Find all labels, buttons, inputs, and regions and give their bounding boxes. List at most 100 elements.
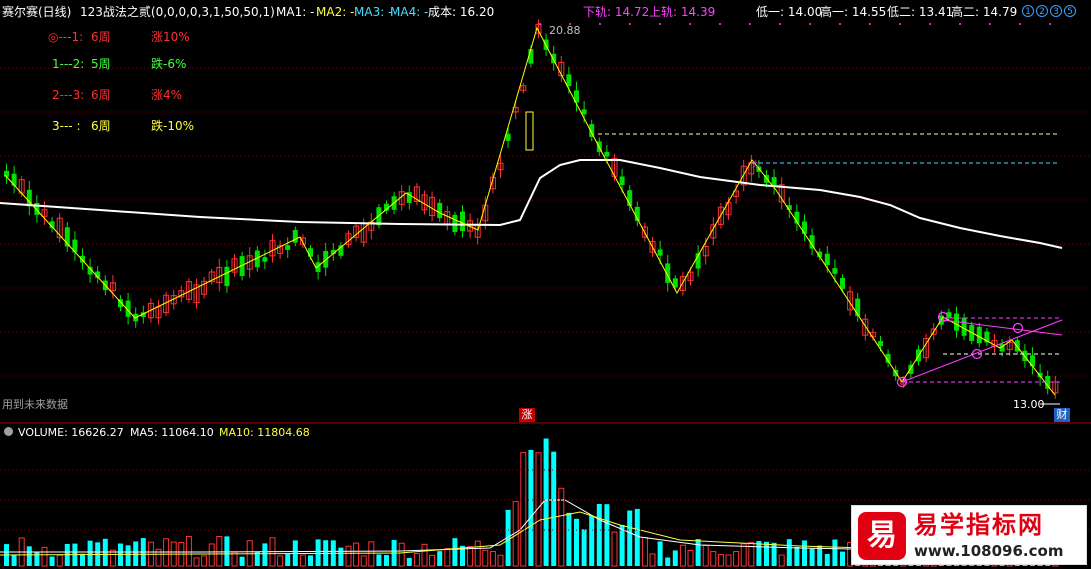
ma3-value: MA3: - <box>354 5 393 19</box>
volume-bar-down <box>87 540 93 566</box>
candle-down <box>840 277 845 289</box>
circle-button-5[interactable]: 5 <box>1064 5 1076 17</box>
volume-bar-down <box>794 546 800 566</box>
volume-bar-down <box>840 551 845 566</box>
cost-value: 成本: 16.20 <box>428 5 495 19</box>
volume-bar-down <box>406 557 412 566</box>
peak-price-label: 20.88 <box>549 24 581 37</box>
candle-down <box>581 109 587 115</box>
top-dot <box>749 23 751 25</box>
volume-bar-up <box>360 555 367 567</box>
volume-bar-up <box>482 549 489 567</box>
swing-circle <box>1012 322 1024 334</box>
indicator-name[interactable]: 123战法之贰(0,0,0,0,3,1,50,50,1) <box>80 5 275 19</box>
volume-bar-down <box>376 554 382 566</box>
volume-bar-down <box>384 555 389 566</box>
volume-bar-down <box>323 540 329 566</box>
top-dot <box>929 23 931 25</box>
top-dot <box>899 23 901 25</box>
candle-down <box>262 257 268 262</box>
circle-button-3[interactable]: 3 <box>1050 5 1062 17</box>
volume-bar-up <box>277 555 284 567</box>
top-dot <box>779 23 781 25</box>
volume-bar-up <box>679 544 686 567</box>
volume-bar-up <box>558 487 565 567</box>
volume-bar-down <box>140 538 146 566</box>
volume-bar-down <box>285 553 291 566</box>
volume-bar-down <box>627 510 633 566</box>
candle-down <box>308 248 313 257</box>
candle-down <box>566 74 572 87</box>
volume-bar-down <box>596 503 602 566</box>
candle-down <box>976 326 982 344</box>
candle-down <box>832 268 838 274</box>
legend-row-4: 3--- : 6周 跌-10% <box>52 119 194 133</box>
stock-name[interactable]: 赛尔赛(日线) <box>2 5 71 19</box>
volume-bar-down <box>505 509 511 566</box>
volume-bar-down <box>665 557 671 566</box>
top-dot <box>689 23 691 25</box>
top-dot <box>959 23 961 25</box>
volume-bar-up <box>421 543 428 567</box>
volume-bar-down <box>391 540 397 566</box>
volume-bar-up <box>353 542 360 567</box>
circle-button-1[interactable]: 1 <box>1022 5 1034 17</box>
candle-down <box>292 230 298 243</box>
volume-bar-down <box>72 543 78 566</box>
volume-bar-down <box>239 556 245 566</box>
volume-bar-down <box>292 540 298 566</box>
top-dot <box>839 23 841 25</box>
candle-down <box>460 211 465 232</box>
volume-bar-up <box>368 541 375 567</box>
volume-bar-up <box>185 535 192 567</box>
volume-bar-down <box>817 545 823 566</box>
legend-period: 5周 <box>91 57 111 71</box>
volume-bar-down <box>224 536 230 566</box>
volume-bar-up <box>41 546 48 567</box>
candle-down <box>657 249 663 256</box>
volume-bar-up <box>474 540 481 567</box>
volume-bar-down <box>756 541 762 566</box>
legend-row-3: 2---3: 6周 涨4% <box>52 88 182 102</box>
collapse-icon[interactable] <box>4 427 13 436</box>
legend-row-1: ◎---1: 6周 涨10% <box>48 30 190 44</box>
high1-value: 高一: 14.55 <box>820 5 887 19</box>
rise-marker[interactable]: 涨 <box>519 408 535 422</box>
top-dot <box>539 23 541 25</box>
chart-header: 赛尔赛(日线) 123战法之贰(0,0,0,0,3,1,50,50,1) MA1… <box>0 0 1091 22</box>
volume-bar-up <box>429 554 436 567</box>
volume-bar-down <box>528 449 534 566</box>
site-logo: 易 易学指标网 www.108096.com <box>851 505 1087 565</box>
trend-line-upper <box>942 319 1063 336</box>
volume-bar-up <box>489 551 496 567</box>
ma2-value: MA2: - <box>316 5 355 19</box>
candle-down <box>855 298 861 317</box>
top-dot <box>1049 23 1051 25</box>
volume-bar-down <box>786 539 792 566</box>
volume-bar-up <box>512 501 519 567</box>
volume-bar-up <box>444 548 451 567</box>
volume-bar-down <box>26 546 32 566</box>
legend-label: 2---3: <box>52 88 85 102</box>
volume-ma5: MA5: 11064.10 <box>130 426 214 439</box>
volume-bar-down <box>824 553 830 566</box>
volume-bar-up <box>611 531 618 567</box>
volume-bar-down <box>64 543 70 566</box>
volume-bar-down <box>118 543 123 566</box>
volume-bar-up <box>208 543 215 567</box>
volume-bar-down <box>95 542 101 566</box>
volume-bar-down <box>604 504 610 566</box>
volume-bar-down <box>832 539 838 566</box>
volume-bar-down <box>338 547 344 566</box>
volume-bar-up <box>710 551 717 567</box>
volume-bar-up <box>740 543 747 567</box>
long-ma-line <box>0 159 1063 249</box>
top-dot <box>599 23 601 25</box>
finance-marker[interactable]: 财 <box>1054 408 1070 422</box>
volume-bar-down <box>589 515 595 566</box>
volume-bar-up <box>702 544 709 567</box>
candle-down <box>285 245 291 250</box>
candle-down <box>224 266 230 287</box>
circle-button-2[interactable]: 2 <box>1036 5 1048 17</box>
logo-title: 易学指标网 <box>914 511 1044 539</box>
